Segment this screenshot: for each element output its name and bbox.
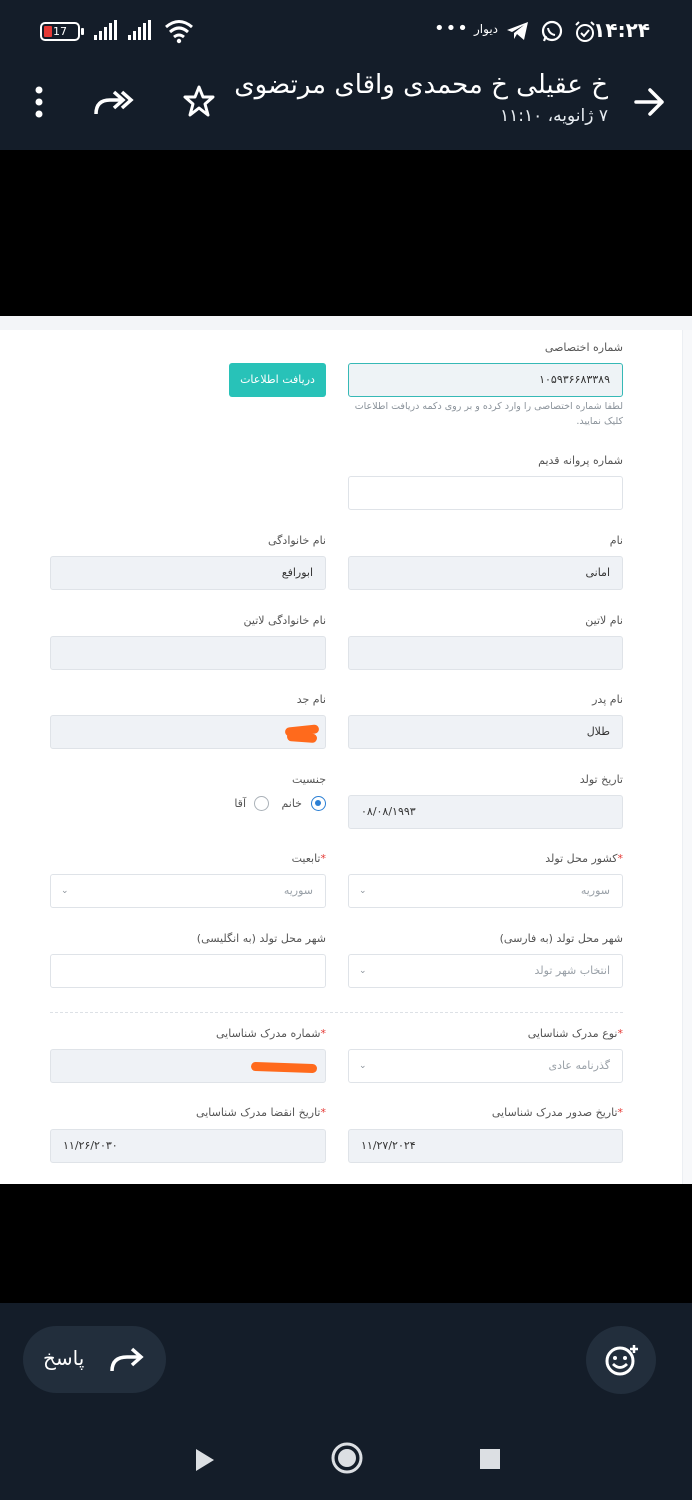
chevron-down-icon: ⌄: [359, 886, 367, 896]
birth-country-value: سوریه: [580, 884, 610, 897]
emoji-plus-icon: [605, 1345, 638, 1376]
id-issue-date-label-text: تاریخ صدور مدرک شناسایی: [491, 1106, 618, 1119]
chevron-down-icon: ⌄: [359, 966, 367, 976]
grandfather-name-input[interactable]: [50, 715, 326, 749]
private-number-input[interactable]: ۱۰۵۹۳۶۶۸۳۳۸۹: [348, 363, 623, 397]
fetch-info-button[interactable]: دریافت اطلاعات: [229, 363, 326, 397]
signal-icon-2: [128, 20, 151, 40]
forward-icon[interactable]: [92, 86, 134, 118]
id-doc-type-label: *نوع مدرک شناسایی: [528, 1027, 623, 1040]
private-number-label: شماره اختصاصی: [544, 341, 623, 354]
birth-city-fa-select[interactable]: انتخاب شهر تولد ⌄: [348, 954, 623, 988]
reply-label: پاسخ: [43, 1346, 85, 1370]
chat-header: خ عقیلی خ محمدی واقای مرتضوی ۷ ژانویه، ۱…: [0, 62, 692, 150]
redaction-scribble: [250, 1061, 318, 1074]
old-license-label: شماره پروانه قدیم: [538, 454, 623, 467]
star-icon[interactable]: [182, 84, 216, 118]
more-options-icon[interactable]: [28, 84, 50, 120]
system-nav-bar: [0, 1420, 692, 1500]
section-divider: [50, 1012, 623, 1013]
form-screenshot: شماره اختصاصی ۱۰۵۹۳۶۶۸۳۳۸۹ دریافت اطلاعا…: [0, 316, 692, 1184]
first-name-input[interactable]: امانی: [348, 556, 623, 590]
grandfather-name-label: نام جد: [296, 693, 326, 706]
battery-icon: 17: [40, 22, 84, 41]
gender-option-male: آقا: [234, 797, 246, 810]
status-bar: 17 ••• دیوار ۱۴:۲۴: [0, 0, 692, 62]
birth-country-label: *کشور محل تولد: [545, 852, 623, 865]
add-reaction-button[interactable]: [586, 1326, 656, 1394]
required-mark: *: [320, 1106, 327, 1119]
id-issue-date-label: *تاریخ صدور مدرک شناسایی: [492, 1106, 623, 1119]
chevron-down-icon: ⌄: [359, 1061, 367, 1071]
reply-button[interactable]: پاسخ: [23, 1326, 166, 1393]
latin-last-name-label: نام خانوادگی لاتین: [243, 614, 327, 627]
required-mark: *: [617, 1106, 624, 1119]
id-issue-date-input[interactable]: ۱۱/۲۷/۲۰۲۴: [348, 1129, 623, 1163]
nationality-label: *تابعیت: [292, 852, 326, 865]
nav-home-icon[interactable]: [330, 1441, 364, 1475]
birth-city-en-label: شهر محل تولد (به انگلیسی): [196, 932, 326, 945]
father-name-label: نام پدر: [592, 693, 623, 706]
required-mark: *: [617, 852, 624, 865]
last-name-input[interactable]: ابورافع: [50, 556, 326, 590]
reply-arrow-icon: [110, 1347, 144, 1372]
nationality-select[interactable]: سوریه ⌄: [50, 874, 326, 908]
gender-option-female: خانم: [281, 797, 302, 810]
id-doc-number-input[interactable]: [50, 1049, 326, 1083]
birth-date-input[interactable]: ۰۸/۰۸/۱۹۹۳: [348, 795, 623, 829]
birth-city-fa-placeholder: انتخاب شهر تولد: [534, 964, 610, 977]
whatsapp-icon: [541, 20, 563, 42]
nationality-value: سوریه: [283, 884, 313, 897]
last-name-label: نام خانوادگی: [268, 534, 326, 547]
id-doc-number-label-text: شماره مدرک شناسایی: [215, 1027, 321, 1040]
birth-date-label: تاریخ تولد: [579, 773, 623, 786]
battery-level: 17: [53, 25, 67, 38]
chat-date: ۷ ژانویه، ۱۱:۱۰: [500, 106, 608, 126]
id-doc-type-select[interactable]: گذرنامه عادی ⌄: [348, 1049, 623, 1083]
redaction-scribble: [286, 731, 318, 744]
latin-last-name-input[interactable]: [50, 636, 326, 670]
id-doc-number-label: *شماره مدرک شناسایی: [216, 1027, 326, 1040]
required-mark: *: [617, 1027, 624, 1040]
signal-icon: [94, 20, 117, 40]
notification-text: دیوار: [474, 22, 499, 36]
back-arrow-icon[interactable]: [632, 84, 668, 120]
id-expiry-date-label: *تاریخ انقضا مدرک شناسایی: [196, 1106, 326, 1119]
birth-city-fa-label: شهر محل تولد (به فارسی): [499, 932, 623, 945]
chat-title: خ عقیلی خ محمدی واقای مرتضوی: [234, 70, 608, 100]
chevron-down-icon: ⌄: [61, 886, 69, 896]
birth-city-en-input[interactable]: [50, 954, 326, 988]
clock: ۱۴:۲۴: [593, 18, 650, 42]
nav-recents-icon[interactable]: [479, 1448, 501, 1470]
more-notifications-dots: •••: [434, 18, 469, 39]
hint-line-2: کلیک نمایید.: [576, 416, 623, 427]
nationality-label-text: تابعیت: [291, 852, 321, 865]
latin-name-label: نام لاتین: [585, 614, 623, 627]
gender-label: جنسیت: [291, 773, 326, 786]
first-name-label: نام: [609, 534, 623, 547]
gender-radio-male[interactable]: [254, 796, 269, 811]
wifi-icon: [165, 20, 193, 44]
hint-line-1: لطفا شماره اختصاصی را وارد کرده و بر روی…: [354, 401, 623, 412]
birth-country-label-text: کشور محل تولد: [545, 852, 618, 865]
telegram-icon: [507, 22, 528, 40]
id-expiry-date-input[interactable]: ۱۱/۲۶/۲۰۳۰: [50, 1129, 326, 1163]
required-mark: *: [320, 852, 327, 865]
nav-back-icon[interactable]: [194, 1447, 216, 1473]
id-expiry-date-label-text: تاریخ انقضا مدرک شناسایی: [196, 1106, 321, 1119]
father-name-input[interactable]: طلال: [348, 715, 623, 749]
id-doc-type-label-text: نوع مدرک شناسایی: [527, 1027, 618, 1040]
birth-country-select[interactable]: سوریه ⌄: [348, 874, 623, 908]
required-mark: *: [320, 1027, 327, 1040]
old-license-input[interactable]: [348, 476, 623, 510]
latin-name-input[interactable]: [348, 636, 623, 670]
gender-radio-female[interactable]: [311, 796, 326, 811]
id-doc-type-value: گذرنامه عادی: [548, 1059, 610, 1072]
